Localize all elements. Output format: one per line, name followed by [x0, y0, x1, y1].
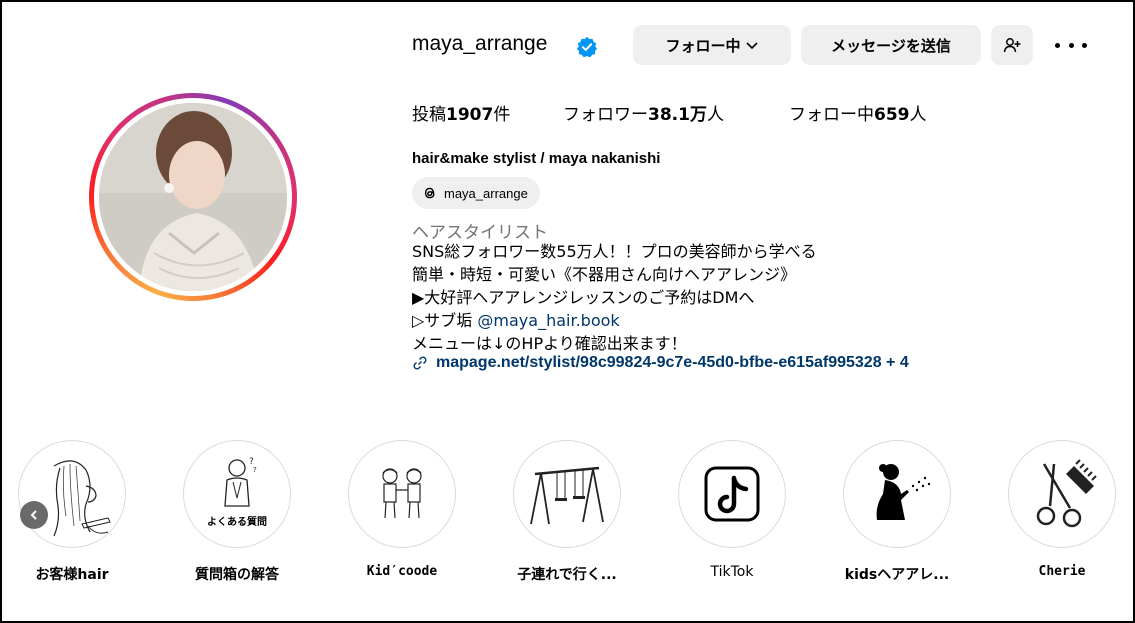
svg-text:?: ? [253, 466, 257, 474]
profile-link-text: mapage.net/stylist/98c99824-9c7e-45d0-bf… [436, 354, 909, 371]
chevron-left-icon [30, 510, 37, 520]
bio-line: 簡単・時短・可愛い《不器用さん向けヘアアレンジ》 [412, 265, 797, 284]
highlight-label: 子連れで行く... [517, 567, 617, 583]
kids-icon [382, 468, 422, 519]
highlight-inner-text: よくある質問 [207, 515, 267, 528]
swing-icon [530, 466, 604, 525]
highlight-item[interactable]: 子連れで行く... [512, 440, 622, 583]
suggested-users-button[interactable] [991, 25, 1033, 65]
highlights-prev-button[interactable] [20, 501, 48, 529]
highlight-label: Cherie [1038, 564, 1086, 579]
verified-badge-icon [576, 36, 598, 58]
avatar[interactable] [99, 103, 287, 291]
tiktok-icon [704, 466, 760, 522]
sub-account-mention-link[interactable]: @maya_hair.book [477, 311, 619, 330]
highlight-item[interactable]: TikTok [677, 440, 787, 580]
following-count[interactable]: フォロー中659人 [789, 100, 927, 125]
highlight-item[interactable]: Cherie [1007, 440, 1117, 579]
highlight-label: TikTok [710, 564, 754, 580]
highlight-label: お客様hair [35, 567, 109, 583]
posts-count: 投稿1907件 [412, 105, 511, 125]
bio-line: メニューは↓のHPより確認出来ます！ [412, 334, 687, 353]
highlight-label: kidsヘアアレ... [844, 567, 950, 583]
girl-silhouette-icon [876, 464, 931, 520]
question-person-icon: ? ? よくある質問 [207, 457, 267, 528]
highlight-label: Kid′coode [366, 564, 438, 579]
avatar-photo [99, 103, 287, 291]
profile-link[interactable]: mapage.net/stylist/98c99824-9c7e-45d0-bf… [412, 354, 909, 372]
highlight-item[interactable]: お客様hair [17, 440, 127, 583]
bio-line: SNS総フォロワー数55万人！！プロの美容師から学べる [412, 242, 817, 261]
threads-icon [424, 187, 435, 199]
message-button-label: メッセージを送信 [831, 36, 951, 55]
following-button-label: フォロー中 [665, 36, 741, 55]
highlight-item[interactable]: kidsヘアアレ... [842, 440, 952, 583]
username: maya_arrange [412, 32, 548, 55]
scissors-comb-icon [1036, 459, 1097, 528]
more-options-icon[interactable] [1055, 34, 1087, 56]
followers-count[interactable]: フォロワー38.1万人 [563, 100, 724, 125]
story-ring[interactable] [89, 93, 297, 301]
full-name: hair&make stylist / maya nakanishi [412, 150, 661, 167]
message-button[interactable]: メッセージを送信 [801, 25, 981, 65]
bio-line: ▶大好評ヘアアレンジレッスンのご予約はDMへ [412, 288, 755, 307]
chevron-down-icon [745, 42, 758, 50]
link-icon [413, 356, 427, 370]
following-button[interactable]: フォロー中 [633, 25, 791, 65]
bio: SNS総フォロワー数55万人！！プロの美容師から学べる 簡単・時短・可愛い《不器… [412, 240, 817, 355]
highlight-item[interactable]: Kid′coode [347, 440, 457, 579]
highlight-item[interactable]: ? ? よくある質問 質問箱の解答 [182, 440, 292, 583]
add-user-icon [1003, 38, 1021, 53]
highlight-label: 質問箱の解答 [195, 567, 279, 583]
bio-line-sub-account: ▷サブ垢 @maya_hair.book [412, 311, 620, 330]
threads-handle: maya_arrange [444, 185, 528, 201]
threads-badge[interactable]: maya_arrange [412, 177, 540, 209]
